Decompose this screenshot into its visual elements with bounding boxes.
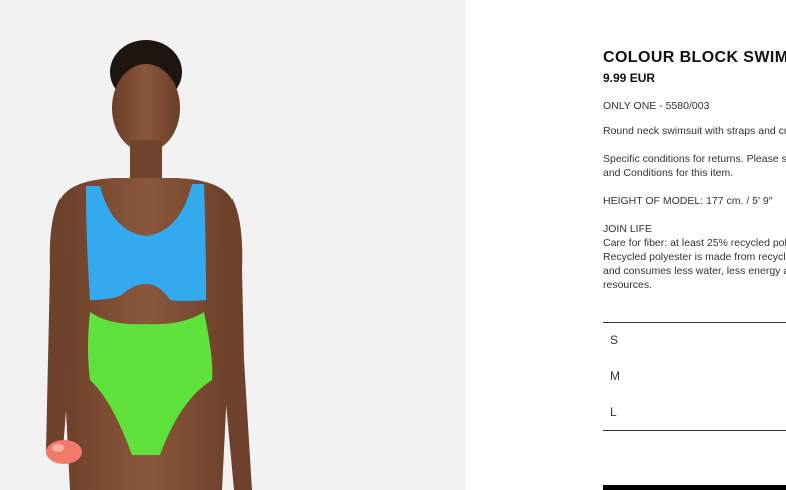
product-title: COLOUR BLOCK SWIMSUIT <box>603 49 786 66</box>
returns-notice-line-1: Specific conditions for returns. Please … <box>603 153 786 165</box>
neck <box>130 140 162 184</box>
add-to-basket-button[interactable] <box>603 485 786 490</box>
size-list-top-divider <box>603 322 786 323</box>
size-option-l[interactable]: L <box>610 405 617 419</box>
right-arm <box>220 198 252 490</box>
size-option-s[interactable]: S <box>610 333 618 347</box>
head <box>112 64 180 152</box>
model-height: HEIGHT OF MODEL: 177 cm. / 5′ 9″ <box>603 195 773 207</box>
join-life-line-2: Recycled polyester is made from recycled… <box>603 251 786 263</box>
product-info-panel: COLOUR BLOCK SWIMSUIT 9.99 EUR ONLY ONE … <box>603 0 786 490</box>
returns-notice-line-2: and Conditions for this item. <box>603 167 734 179</box>
size-option-m[interactable]: M <box>610 369 620 383</box>
join-life-line-4: resources. <box>603 279 653 291</box>
product-reference: ONLY ONE - 5580/003 <box>603 100 710 112</box>
join-life-heading: JOIN LIFE <box>603 223 653 235</box>
join-life-line-3: and consumes less water, less energy and… <box>603 265 786 277</box>
join-life-line-1: Care for fiber: at least 25% recycled po… <box>603 237 786 249</box>
scrunchie <box>46 440 82 464</box>
product-image[interactable] <box>0 0 465 490</box>
model-photo-illustration <box>46 40 252 490</box>
product-description: Round neck swimsuit with straps and cut-… <box>603 125 786 137</box>
product-price: 9.99 EUR <box>603 71 656 85</box>
size-list-bottom-divider <box>603 430 786 431</box>
